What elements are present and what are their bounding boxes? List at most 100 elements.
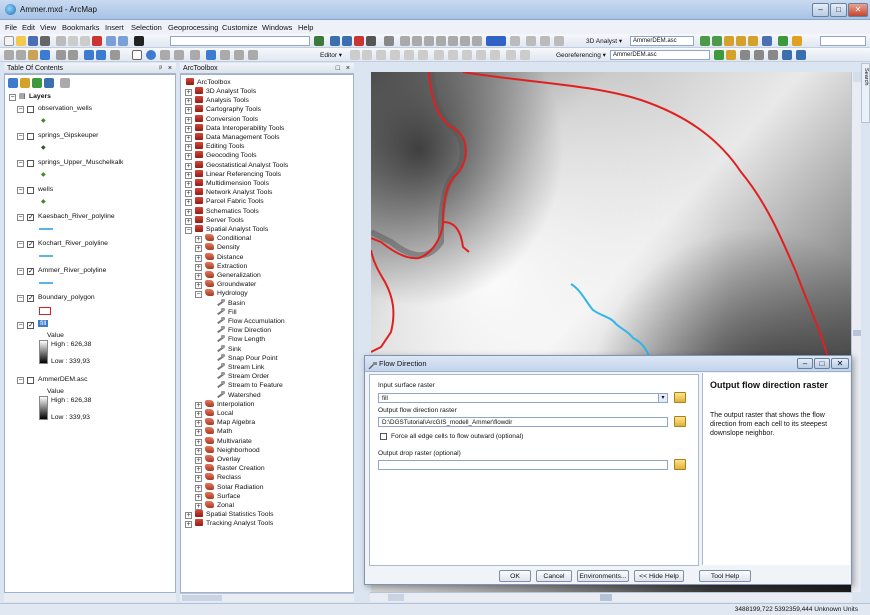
editor-toolbar-icon[interactable] [314, 36, 324, 46]
layer-name[interactable]: springs_Gipskeuper [38, 132, 98, 139]
tool-icon-b[interactable] [412, 36, 422, 46]
tool-icon-i[interactable] [526, 36, 536, 46]
georef-layer-combo[interactable]: AmmerDEM.asc [610, 50, 710, 60]
layer-expander[interactable]: − [17, 268, 24, 275]
cut-icon[interactable] [56, 36, 66, 46]
drop-raster-field[interactable] [378, 460, 668, 470]
editor-menu[interactable]: Editor ▾ [320, 51, 342, 59]
tool-icon-h[interactable] [510, 36, 520, 46]
arctoolbox-icon[interactable] [354, 36, 364, 46]
layer-expander[interactable]: − [17, 322, 24, 329]
layers-expander[interactable]: − [9, 94, 16, 101]
viewer-icon[interactable] [796, 50, 806, 60]
browse-drop-folder-icon[interactable] [674, 459, 686, 470]
layer-checkbox[interactable] [27, 133, 34, 140]
output-raster-field[interactable]: D:\DGSTutorial\ArcGIS_modell_Ammer\flowd… [378, 417, 668, 427]
redo-icon[interactable] [118, 36, 128, 46]
tree-expander[interactable]: + [195, 447, 202, 455]
color-swatch-icon[interactable] [486, 36, 506, 46]
browse-input-folder-icon[interactable] [674, 392, 686, 403]
graph-icon[interactable] [762, 36, 772, 46]
time-slider-icon[interactable] [248, 50, 258, 60]
tree-expander[interactable]: + [185, 190, 192, 198]
undo-icon[interactable] [106, 36, 116, 46]
minimize-button[interactable]: – [812, 3, 829, 17]
tree-expander[interactable]: + [195, 420, 202, 428]
sketch-properties-icon[interactable] [520, 50, 530, 60]
georef-rotate-icon[interactable] [714, 50, 724, 60]
fixed-zoom-out-icon[interactable] [68, 50, 78, 60]
reshape-icon[interactable] [448, 50, 458, 60]
tree-expander[interactable]: + [185, 171, 192, 179]
tree-expander[interactable]: + [195, 273, 202, 280]
add-control-points-icon[interactable] [768, 50, 778, 60]
layer-checkbox[interactable]: ✓ [27, 241, 34, 248]
layer-checkbox[interactable] [27, 106, 34, 113]
georeferencing-menu[interactable]: Georeferencing ▾ [556, 51, 606, 59]
menu-customize[interactable]: Customize [222, 23, 257, 32]
layer-checkbox[interactable]: ✓ [27, 322, 34, 329]
edit-vertices-icon[interactable] [434, 50, 444, 60]
close-button[interactable]: ✕ [848, 3, 868, 17]
list-by-visibility-icon[interactable] [32, 78, 42, 88]
menu-windows[interactable]: Windows [262, 23, 292, 32]
tree-expander[interactable]: + [185, 107, 192, 115]
menu-view[interactable]: View [40, 23, 56, 32]
pin-icon[interactable]: ᵖ [159, 63, 162, 74]
layer-name-selected[interactable]: fill [38, 320, 49, 327]
tree-expander[interactable]: + [185, 521, 192, 529]
georef-flip-icon[interactable] [754, 50, 764, 60]
tree-expander[interactable]: + [195, 254, 202, 262]
layer-expander[interactable]: − [17, 160, 24, 167]
3d-layer-combo[interactable]: AmmerDEM.asc [630, 36, 694, 46]
select-elements-icon[interactable] [132, 50, 142, 60]
layer-name[interactable]: Kaesbach_River_polyline [38, 213, 115, 220]
map-vertical-scrollbar[interactable] [851, 72, 861, 592]
fixed-zoom-in-icon[interactable] [56, 50, 66, 60]
tree-expander[interactable]: + [185, 199, 192, 207]
layer-name[interactable]: observation_wells [38, 105, 92, 112]
tree-expander[interactable]: + [195, 236, 202, 244]
python-icon[interactable] [366, 36, 376, 46]
scroll-thumb[interactable] [853, 330, 861, 336]
new-icon[interactable] [4, 36, 14, 46]
toc-close-icon[interactable]: × [168, 63, 172, 74]
list-by-source-icon[interactable] [20, 78, 30, 88]
cut-polygons-icon[interactable] [462, 50, 472, 60]
tool-icon-f[interactable] [460, 36, 470, 46]
tool-icon-g[interactable] [472, 36, 482, 46]
tree-expander[interactable]: + [195, 429, 202, 437]
tool-icon-e[interactable] [448, 36, 458, 46]
tree-expander[interactable]: + [185, 125, 192, 133]
layout-view-icon[interactable] [388, 594, 404, 601]
catalog-icon[interactable] [342, 36, 352, 46]
tree-expander[interactable]: + [185, 217, 192, 225]
georef-shift-icon[interactable] [726, 50, 736, 60]
menu-selection[interactable]: Selection [131, 23, 162, 32]
point-icon[interactable] [418, 50, 428, 60]
add-data-icon[interactable] [134, 36, 144, 46]
tree-expander[interactable]: + [195, 263, 202, 271]
html-popup-icon[interactable] [174, 50, 184, 60]
find-route-icon[interactable] [220, 50, 230, 60]
tool-icon-j[interactable] [540, 36, 550, 46]
layer-checkbox[interactable]: ✓ [27, 295, 34, 302]
list-by-selection-icon[interactable] [44, 78, 54, 88]
toolbox-item[interactable]: + Tracking Analyst Tools [185, 519, 273, 529]
trace-icon[interactable] [404, 50, 414, 60]
layer-expander[interactable]: − [17, 106, 24, 113]
layer-name[interactable]: Kochart_River_polyline [38, 240, 108, 247]
dialog-minimize-button[interactable]: – [797, 358, 813, 369]
rotate-icon[interactable] [490, 50, 500, 60]
find-icon[interactable] [206, 50, 216, 60]
tree-expander[interactable]: + [185, 98, 192, 106]
tree-expander[interactable]: + [185, 153, 192, 161]
search-side-tab[interactable]: Search [861, 63, 870, 123]
profile-icon[interactable] [736, 36, 746, 46]
layer-checkbox[interactable] [27, 377, 34, 384]
scale-combo[interactable] [170, 36, 310, 46]
search-tab-label[interactable]: Search [863, 68, 869, 85]
layer-expander[interactable]: − [17, 214, 24, 221]
end-point-arc-icon[interactable] [390, 50, 400, 60]
copy-icon[interactable] [68, 36, 78, 46]
